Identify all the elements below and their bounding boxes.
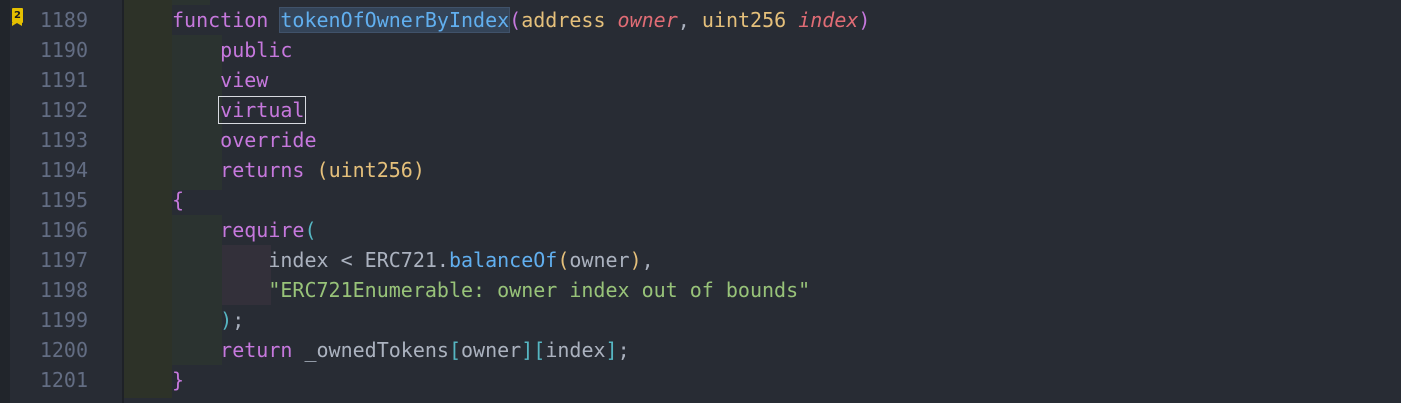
code-token: public [220,38,293,62]
line-number: 1189 [39,8,88,32]
code-text[interactable]: index < ERC721.balanceOf(owner), [172,245,654,275]
line-number: 1199 [39,308,88,332]
code-token: ( [509,8,522,32]
code-token: index [798,8,859,32]
line-number: 1190 [39,38,88,62]
code-text[interactable]: override [172,125,317,155]
code-token: . [436,248,449,272]
code-text[interactable]: "ERC721Enumerable: owner index out of bo… [172,275,810,305]
line-number: 1193 [39,128,88,152]
code-token: ; [617,338,630,362]
line-number: 1200 [39,338,88,362]
code-text[interactable]: public [172,35,292,65]
code-token: _ownedTokens [292,338,449,362]
code-line[interactable]: 1190 public [0,35,1401,65]
code-token: require [220,218,305,242]
code-token: uint256 [701,8,787,32]
code-token: override [220,128,317,152]
code-token: ( [316,158,329,182]
line-number: 1194 [39,158,88,182]
line-number: 1198 [39,278,88,302]
code-token: ) [629,248,642,272]
line-number: 1196 [39,218,88,242]
line-number: 1192 [39,98,88,122]
code-token: ] [605,338,618,362]
line-number: 1191 [39,68,88,92]
code-token: index [268,248,329,272]
code-line[interactable]: 1198 "ERC721Enumerable: owner index out … [0,275,1401,305]
code-line[interactable]: 1191 view [0,65,1401,95]
code-token: virtual [218,96,307,124]
code-token: < [328,248,365,272]
code-token: [ [448,338,462,362]
code-token: balanceOf [448,248,558,272]
code-token: [ [533,338,546,362]
code-token: uint256 [328,158,413,182]
code-token: tokenOfOwnerByIndex [280,8,510,32]
code-token: address [521,8,606,32]
code-token: return [220,338,293,362]
line-number: 1197 [39,248,88,272]
code-token: ( [557,248,570,272]
code-token: ERC721 [364,248,437,272]
code-token: ) [412,158,425,182]
code-line[interactable]: 1201} [0,365,1401,395]
code-token: returns [220,158,305,182]
code-text[interactable]: require( [172,215,317,245]
code-token: ) [858,8,871,32]
code-text[interactable]: ); [172,305,244,335]
code-text[interactable]: } [172,365,184,395]
code-text[interactable]: { [172,185,184,215]
code-editor[interactable]: 2 1189 function tokenOfOwnerByIndex(addre… [0,0,1401,403]
code-line[interactable]: 1193 override [0,125,1401,155]
code-token: owner [569,248,630,272]
code-line[interactable]: 1194 returns (uint256) [0,155,1401,185]
code-text[interactable]: virtual [172,95,307,125]
line-number: 1201 [39,368,88,392]
code-line[interactable]: 1200 return _ownedTokens[owner][index]; [0,335,1401,365]
code-token: index [545,338,606,362]
code-line[interactable]: 1197 index < ERC721.balanceOf(owner), [0,245,1401,275]
code-token: ; [232,308,245,332]
code-text[interactable]: return _ownedTokens[owner][index]; [172,335,630,365]
code-line[interactable]: 1189 function tokenOfOwnerByIndex(address… [0,5,1401,35]
code-token: , [641,248,654,272]
code-token: , [677,8,702,32]
code-token: ] [521,338,534,362]
code-text[interactable]: view [172,65,268,95]
code-text[interactable]: returns (uint256) [172,155,425,185]
code-token: owner [617,8,678,32]
code-text[interactable]: function tokenOfOwnerByIndex(address own… [172,5,870,35]
code-line[interactable]: 1199 ); [0,305,1401,335]
code-line[interactable]: 1196 require( [0,215,1401,245]
code-line[interactable]: 1195 { [0,185,1401,215]
code-token: owner [461,338,522,362]
code-token: { [172,188,185,212]
code-token: ( [304,218,317,242]
code-token: "ERC721Enumerable: owner index out of bo… [268,278,811,302]
code-token: } [172,368,185,392]
code-token: function [172,8,269,32]
code-line[interactable]: 1192 virtual [0,95,1401,125]
line-number: 1195 [39,188,88,212]
code-token: ) [220,308,233,332]
code-token: view [220,68,269,92]
